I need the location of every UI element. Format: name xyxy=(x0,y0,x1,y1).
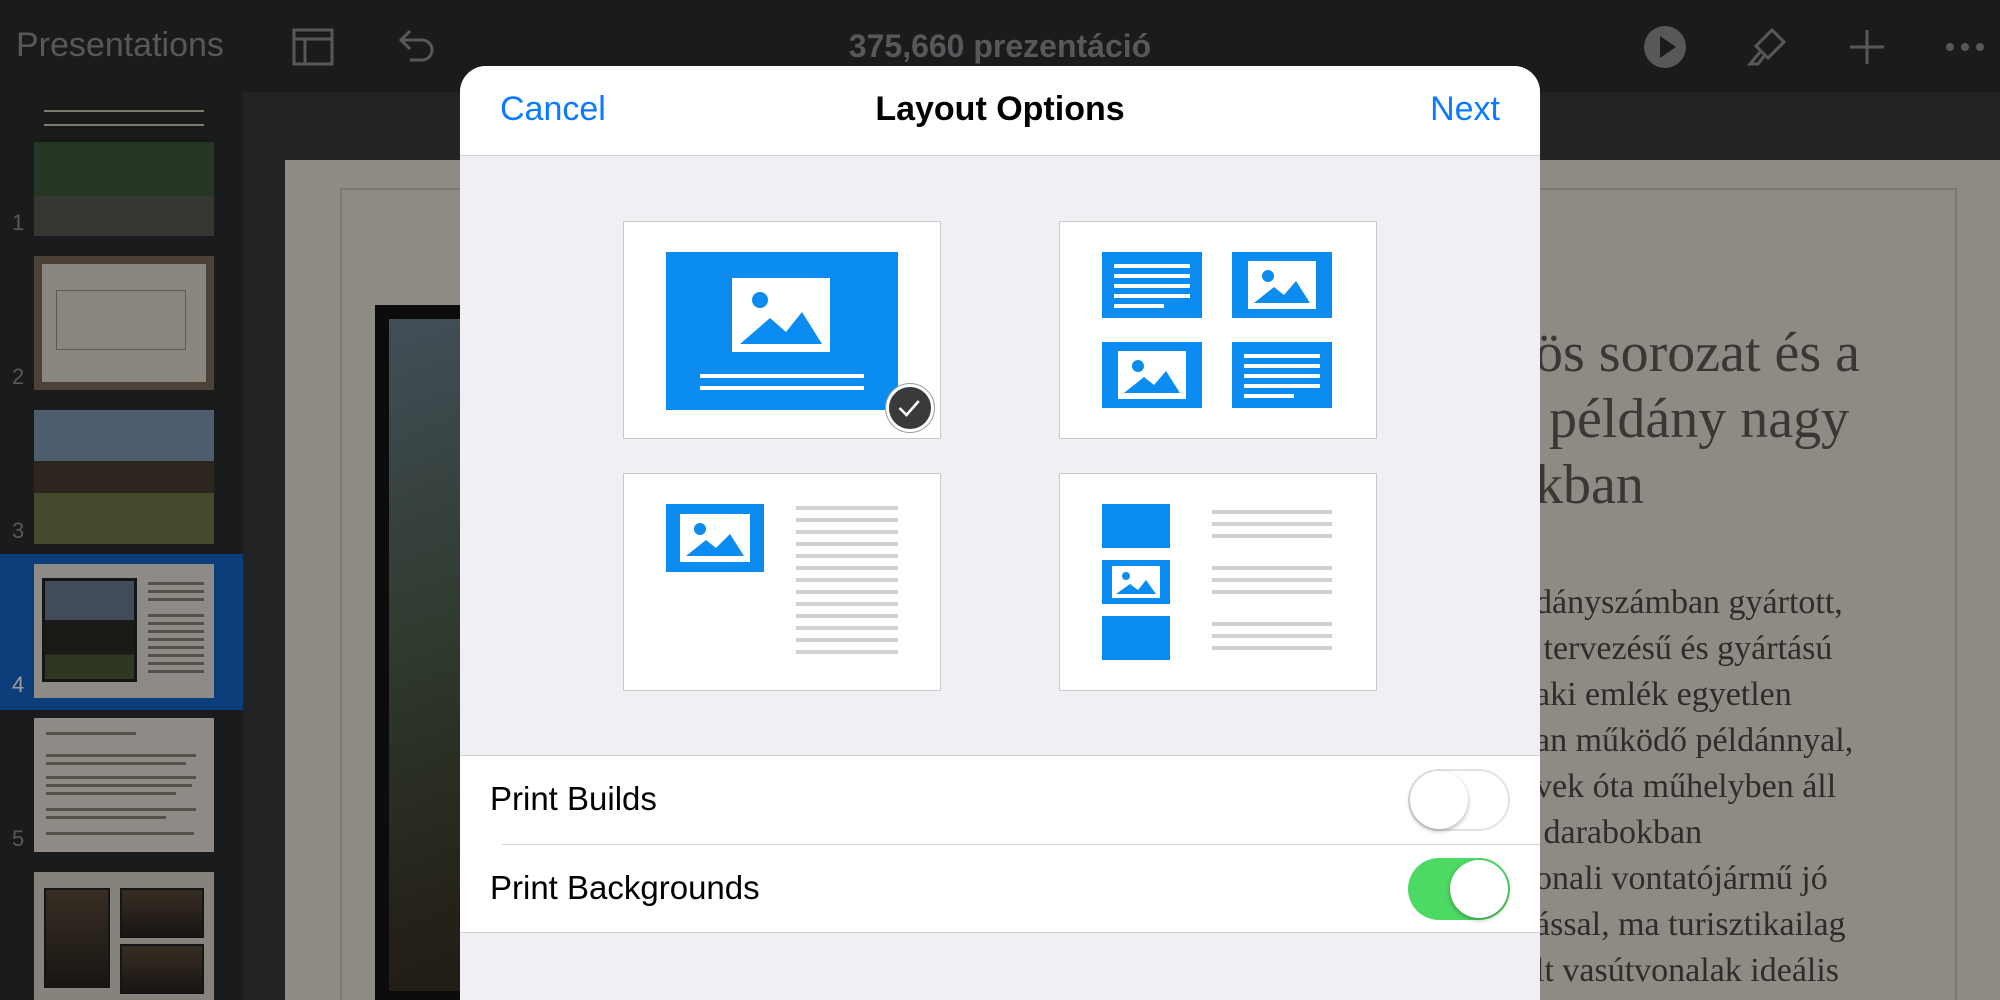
layout-image-block xyxy=(666,504,764,572)
layout-slide-block xyxy=(1102,616,1170,660)
layout-image-block xyxy=(1232,252,1332,318)
print-backgrounds-toggle[interactable] xyxy=(1408,858,1510,920)
image-icon xyxy=(1248,261,1316,309)
layout-image-block xyxy=(1102,560,1170,604)
layout-option-single[interactable] xyxy=(623,221,941,439)
image-icon xyxy=(1118,351,1186,399)
print-backgrounds-row: Print Backgrounds xyxy=(460,845,1540,933)
print-backgrounds-label: Print Backgrounds xyxy=(490,869,760,906)
layout-option-outline[interactable] xyxy=(1059,473,1377,691)
layout-option-slide-with-notes[interactable] xyxy=(623,473,941,691)
next-button[interactable]: Next xyxy=(1430,90,1500,129)
print-builds-label: Print Builds xyxy=(490,780,657,817)
print-builds-row: Print Builds xyxy=(460,756,1540,844)
layout-options-dialog: Cancel Layout Options Next Print Builds … xyxy=(460,66,1540,1000)
layout-slide-preview xyxy=(666,252,898,410)
print-builds-toggle[interactable] xyxy=(1408,769,1510,831)
toggle-knob xyxy=(1450,860,1508,918)
dialog-title: Layout Options xyxy=(875,90,1125,128)
layout-option-grid[interactable] xyxy=(1059,221,1377,439)
image-icon xyxy=(680,514,750,562)
checkmark-icon xyxy=(886,384,934,432)
layout-text-block xyxy=(1232,342,1332,408)
keynote-app: Presentations 375,660 prezentáció 1 2 3 … xyxy=(0,0,2000,1000)
toggle-knob xyxy=(1410,771,1468,829)
layout-text-block xyxy=(1102,252,1202,318)
image-icon xyxy=(1112,566,1160,598)
image-icon xyxy=(732,278,830,352)
dialog-header: Cancel Layout Options Next xyxy=(460,66,1540,156)
print-settings-list: Print Builds Print Backgrounds xyxy=(460,755,1540,933)
layout-image-block xyxy=(1102,342,1202,408)
layout-slide-block xyxy=(1102,504,1170,548)
